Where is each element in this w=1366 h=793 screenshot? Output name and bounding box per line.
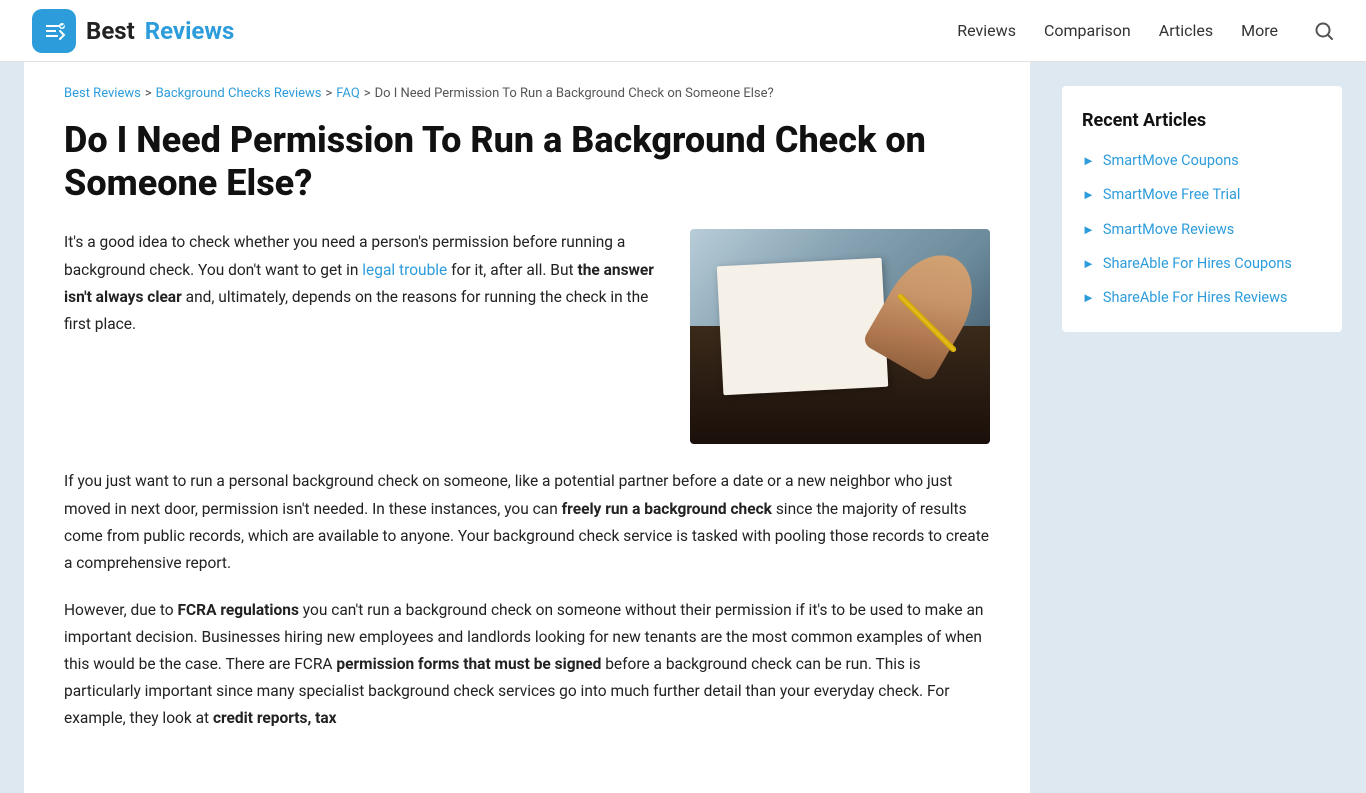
sidebar-link-4[interactable]: ShareAble For Hires Coupons [1103,254,1292,274]
legal-trouble-link[interactable]: legal trouble [362,261,447,279]
bold-credit-reports: credit reports, tax [213,709,337,727]
article-image-container [690,229,990,444]
sidebar-link-1[interactable]: SmartMove Coupons [1103,151,1239,171]
nav-reviews[interactable]: Reviews [957,21,1016,40]
article-title: Do I Need Permission To Run a Background… [64,119,990,205]
list-item: ► ShareAble For Hires Reviews [1082,288,1322,308]
article-intro-text: It's a good idea to check whether you ne… [64,229,662,444]
header: Best Reviews Reviews Comparison Articles… [0,0,1366,62]
main-nav: Reviews Comparison Articles More [957,21,1334,41]
breadcrumb-current: Do I Need Permission To Run a Background… [375,86,774,101]
search-button[interactable] [1314,21,1334,41]
article-body: It's a good idea to check whether you ne… [64,229,990,732]
article-image [690,229,990,444]
sidebar-list: ► SmartMove Coupons ► SmartMove Free Tri… [1082,151,1322,308]
page-wrapper: Best Reviews > Background Checks Reviews… [0,62,1366,793]
arrow-icon-1: ► [1082,153,1095,169]
article-paragraph-2: If you just want to run a personal backg… [64,468,990,577]
article-paragraph-3: However, due to FCRA regulations you can… [64,597,990,733]
sidebar-link-3[interactable]: SmartMove Reviews [1103,220,1234,240]
sidebar-link-5[interactable]: ShareAble For Hires Reviews [1103,288,1288,308]
list-item: ► SmartMove Reviews [1082,220,1322,240]
breadcrumb-sep-3: > [364,86,371,101]
bold-permission-forms: permission forms that must be signed [336,655,601,673]
breadcrumb-home[interactable]: Best Reviews [64,86,141,101]
list-item: ► SmartMove Free Trial [1082,185,1322,205]
sidebar-card: Recent Articles ► SmartMove Coupons ► Sm… [1062,86,1342,332]
list-item: ► SmartMove Coupons [1082,151,1322,171]
nav-more[interactable]: More [1241,21,1278,40]
article-paragraph-1: It's a good idea to check whether you ne… [64,229,662,338]
sidebar: Recent Articles ► SmartMove Coupons ► Sm… [1062,62,1342,793]
list-item: ► ShareAble For Hires Coupons [1082,254,1322,274]
article-paragraph-2-wrapper: If you just want to run a personal backg… [64,468,990,577]
arrow-icon-4: ► [1082,256,1095,272]
logo-icon [32,9,76,53]
sidebar-title: Recent Articles [1082,110,1322,131]
hand-decoration [861,239,990,383]
breadcrumb-bg-reviews[interactable]: Background Checks Reviews [156,86,322,101]
article-paragraph-3-wrapper: However, due to FCRA regulations you can… [64,597,990,733]
logo[interactable]: Best Reviews [32,9,234,53]
bold-fcra: FCRA regulations [177,601,298,619]
article-intro-section: It's a good idea to check whether you ne… [64,229,990,444]
sidebar-link-2[interactable]: SmartMove Free Trial [1103,185,1241,205]
breadcrumb-faq[interactable]: FAQ [336,86,359,101]
logo-text-reviews: Reviews [145,17,235,45]
breadcrumb: Best Reviews > Background Checks Reviews… [64,86,990,101]
nav-comparison[interactable]: Comparison [1044,21,1131,40]
breadcrumb-sep-2: > [325,86,332,101]
arrow-icon-2: ► [1082,187,1095,203]
arrow-icon-5: ► [1082,290,1095,306]
nav-articles[interactable]: Articles [1159,21,1213,40]
breadcrumb-sep-1: > [145,86,152,101]
bold-freely-run: freely run a background check [562,500,772,518]
arrow-icon-3: ► [1082,222,1095,238]
main-content: Best Reviews > Background Checks Reviews… [24,62,1030,793]
logo-text-best: Best [86,17,135,45]
